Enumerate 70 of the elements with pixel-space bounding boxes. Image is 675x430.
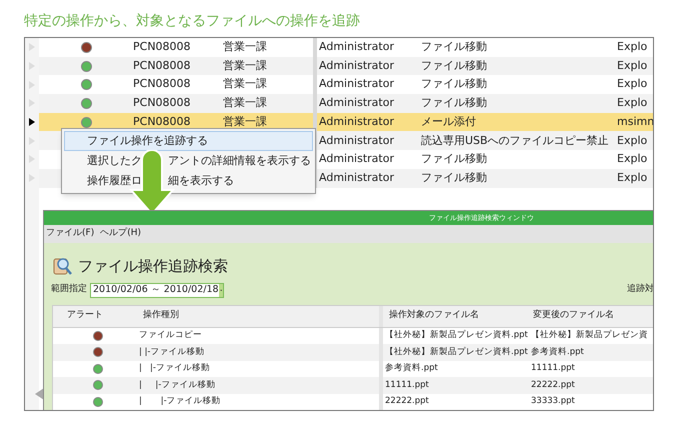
table-cell: Administrator: [319, 170, 394, 184]
table-cell: 営業一課: [223, 40, 267, 54]
table-cell: 【社外秘】新製品プレゼン資: [531, 330, 648, 340]
table-cell: msimn: [617, 114, 653, 128]
table-cell: 11111.ppt: [385, 380, 429, 390]
table-cell: Administrator: [319, 134, 394, 147]
table-cell: | |-ファイル移動: [139, 346, 204, 359]
table-cell: 参考資料.ppt: [531, 346, 584, 357]
table-cell: 【社外秘】新製品プレゼン資料.ppt: [385, 330, 528, 340]
menu-bar-item[interactable]: ヘルプ(H): [100, 227, 141, 241]
table-cell: PCN08008: [133, 114, 191, 128]
table-cell: Explo: [617, 134, 648, 147]
current-row-icon: [29, 118, 35, 126]
column-header[interactable]: アラート: [67, 309, 103, 323]
table-cell: | |-ファイル移動: [139, 362, 210, 376]
table-cell: Explo: [617, 170, 648, 184]
table-cell: ファイルコピー: [139, 329, 202, 342]
table-cell: 営業一課: [223, 114, 267, 128]
table-cell: Explo: [617, 152, 648, 166]
menu-item-label: 選択したク: [87, 152, 142, 169]
table-cell: PCN08008: [133, 77, 191, 90]
table-cell: | |-ファイル移動: [139, 395, 221, 408]
table-cell: Administrator: [319, 77, 394, 90]
column-header[interactable]: 操作対象のファイル名: [389, 309, 479, 323]
menu-item-label: 細を表示する: [168, 172, 234, 189]
table-cell: PCN08008: [133, 96, 191, 110]
table-cell: 33333.ppt: [531, 396, 575, 406]
menu-item-label: ファイル操作を追跡する: [87, 132, 208, 149]
menu-bar-item[interactable]: ファイル(F): [46, 227, 94, 241]
table-cell: Explo: [617, 58, 648, 72]
table-cell: メール添付: [421, 114, 476, 128]
column-header[interactable]: 操作種別: [143, 309, 179, 323]
table-cell: Administrator: [319, 96, 394, 110]
table-cell: 22222.ppt: [385, 396, 429, 406]
window-heading: ファイル操作追跡検索: [78, 256, 228, 277]
table-cell: | |-ファイル移動: [139, 378, 216, 392]
table-cell: ファイル移動: [421, 77, 487, 90]
menu-item-label: アントの詳細情報を表示する: [168, 152, 311, 169]
table-cell: Explo: [617, 40, 648, 54]
table-cell: Administrator: [319, 114, 394, 128]
list-row[interactable]: PCN08008 営業一課 Administrator ファイル移動 Explo: [25, 56, 653, 76]
table-cell: ファイル移動: [421, 170, 487, 184]
table-cell: Administrator: [319, 152, 394, 166]
table-cell: Explo: [617, 77, 648, 90]
table-cell: ファイル移動: [421, 96, 487, 110]
table-cell: ファイル移動: [421, 58, 487, 72]
column-header[interactable]: 変更後のファイル名: [533, 309, 614, 323]
table-cell: 参考資料.ppt: [385, 363, 438, 374]
table-cell: 営業一課: [223, 77, 267, 90]
table-cell: PCN08008: [133, 58, 191, 72]
table-cell: Administrator: [319, 40, 394, 54]
table-cell: 営業一課: [223, 96, 267, 110]
table-cell: PCN08008: [133, 40, 191, 54]
menu-item[interactable]: ファイル操作を追跡する: [64, 131, 313, 151]
table-cell: 【社外秘】新製品プレゼン資料.ppt: [385, 346, 528, 357]
caret-icon: [218, 284, 223, 296]
table-cell: ファイル移動: [421, 40, 487, 54]
table-cell: Explo: [617, 96, 648, 110]
date-range-dropdown[interactable]: 2010/02/06 ～ 2010/02/18: [90, 282, 224, 298]
table-cell: ファイル移動: [421, 152, 487, 166]
table-cell: 営業一課: [223, 58, 267, 72]
magnifier-icon: [52, 256, 72, 276]
table-cell: 読込専用USBへのファイルコピー禁止: [421, 134, 609, 147]
menu-item[interactable]: 選択したク アントの詳細情報を表示する: [64, 151, 313, 171]
range-label: 範囲指定: [51, 283, 87, 296]
table-cell: Administrator: [319, 58, 394, 72]
caption: 特定の操作から、対象となるファイルへの操作を追跡: [24, 12, 360, 31]
table-cell: 22222.ppt: [531, 380, 575, 390]
table-cell: 11111.ppt: [531, 363, 575, 374]
menu-item-label: 操作履歴ロ: [87, 172, 142, 189]
